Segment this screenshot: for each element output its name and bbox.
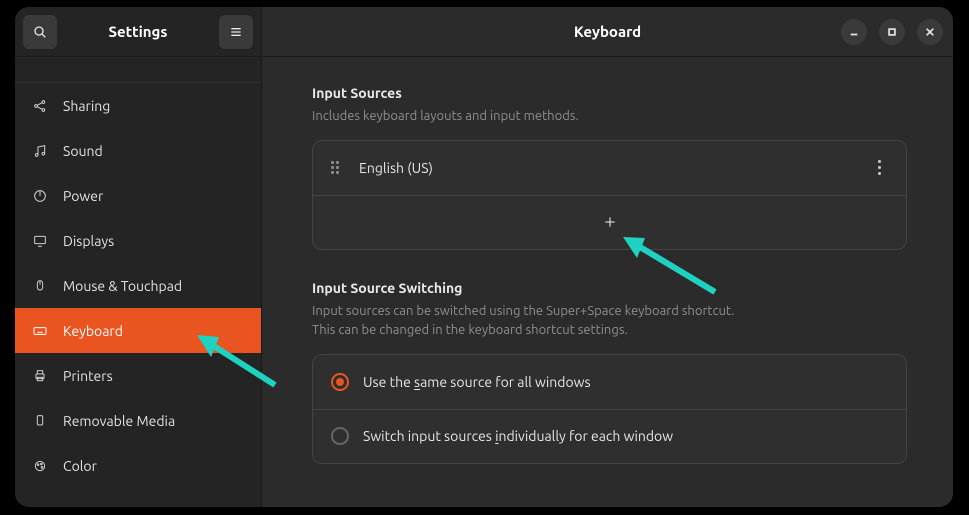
- input-sources-title: Input Sources: [312, 85, 907, 101]
- switching-subtitle-line1: Input sources can be switched using the …: [312, 304, 734, 318]
- power-icon: [31, 187, 49, 205]
- main-header: Keyboard: [262, 7, 953, 57]
- search-icon: [32, 24, 48, 40]
- sidebar-item-printers[interactable]: Printers: [15, 353, 261, 398]
- drag-handle-icon[interactable]: [331, 161, 345, 175]
- sidebar: Settings Sharing Sound: [15, 7, 262, 507]
- sidebar-item-label: Displays: [63, 233, 114, 249]
- switching-option-same-source[interactable]: Use the same source for all windows: [313, 355, 906, 409]
- sidebar-item-displays[interactable]: Displays: [15, 218, 261, 263]
- close-icon: [925, 27, 935, 37]
- sidebar-item-sharing[interactable]: Sharing: [15, 83, 261, 128]
- sidebar-item-label: Sharing: [63, 98, 110, 114]
- switching-subtitle-line2: This can be changed in the keyboard shor…: [312, 323, 628, 337]
- sidebar-item-label: Power: [63, 188, 103, 204]
- close-button[interactable]: [917, 19, 943, 45]
- printer-icon: [31, 367, 49, 385]
- note-icon: [31, 142, 49, 160]
- sidebar-item-label: Color: [63, 458, 97, 474]
- screen-icon: [31, 232, 49, 250]
- share-icon: [31, 97, 49, 115]
- hamburger-menu-button[interactable]: [219, 15, 253, 49]
- window-controls: [841, 19, 943, 45]
- switching-panel: Use the same source for all windows Swit…: [312, 354, 907, 464]
- add-input-source-button[interactable]: [313, 195, 906, 249]
- sidebar-item-color[interactable]: Color: [15, 443, 261, 488]
- sidebar-item-keyboard[interactable]: Keyboard: [15, 308, 261, 353]
- sidebar-item-mouse[interactable]: Mouse & Touchpad: [15, 263, 261, 308]
- switching-subtitle: Input sources can be switched using the …: [312, 302, 907, 340]
- sidebar-title: Settings: [65, 23, 211, 40]
- minimize-icon: [849, 27, 859, 37]
- sidebar-item-partial: [15, 63, 261, 83]
- sidebar-item-label: Sound: [63, 143, 103, 159]
- input-sources-panel: English (US): [312, 140, 907, 250]
- main-pane: Keyboard Input Sources Includes keyboard…: [262, 7, 953, 507]
- sidebar-list[interactable]: Sharing Sound Power Displays: [15, 57, 261, 507]
- switching-option-label: Switch input sources individually for ea…: [363, 428, 888, 444]
- mouse-icon: [31, 277, 49, 295]
- input-source-menu-button[interactable]: [870, 159, 888, 177]
- maximize-button[interactable]: [879, 19, 905, 45]
- input-sources-subtitle: Includes keyboard layouts and input meth…: [312, 107, 907, 126]
- plus-icon: [602, 214, 618, 230]
- sidebar-item-label: Removable Media: [63, 413, 175, 429]
- sidebar-item-label: Mouse & Touchpad: [63, 278, 182, 294]
- drive-icon: [31, 412, 49, 430]
- switching-option-label: Use the same source for all windows: [363, 374, 888, 390]
- hamburger-icon: [228, 24, 244, 40]
- sidebar-item-sound[interactable]: Sound: [15, 128, 261, 173]
- maximize-icon: [887, 27, 897, 37]
- sidebar-item-label: Printers: [63, 368, 113, 384]
- input-source-row[interactable]: English (US): [313, 141, 906, 195]
- minimize-button[interactable]: [841, 19, 867, 45]
- settings-window: Settings Sharing Sound: [15, 7, 953, 507]
- radio-unselected-icon: [331, 427, 349, 445]
- switching-title: Input Source Switching: [312, 280, 907, 296]
- search-button[interactable]: [23, 15, 57, 49]
- sidebar-header: Settings: [15, 7, 261, 57]
- input-source-label: English (US): [359, 160, 856, 176]
- sidebar-item-removable[interactable]: Removable Media: [15, 398, 261, 443]
- keyboard-icon: [31, 322, 49, 340]
- color-icon: [31, 457, 49, 475]
- sidebar-item-label: Keyboard: [63, 323, 123, 339]
- radio-selected-icon: [331, 373, 349, 391]
- sidebar-item-power[interactable]: Power: [15, 173, 261, 218]
- content-area[interactable]: Input Sources Includes keyboard layouts …: [262, 57, 953, 507]
- switching-option-per-window[interactable]: Switch input sources individually for ea…: [313, 409, 906, 463]
